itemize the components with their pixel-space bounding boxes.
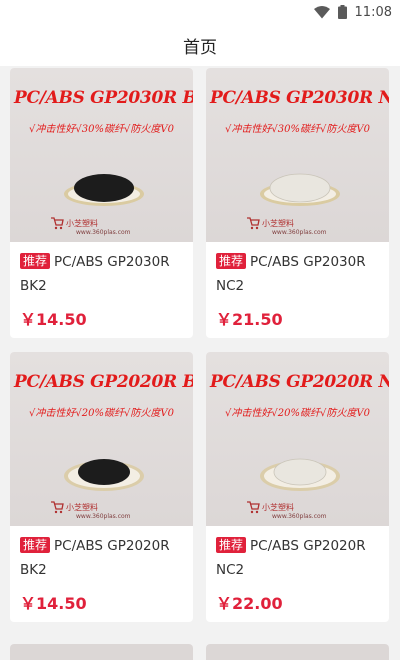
image-brand: 小芝塑料 www.360plas.com (262, 503, 327, 520)
product-card[interactable]: PC/ABS GP2030R NC √冲击性好√30%碳纤√防火度V0 小芝塑料… (206, 68, 389, 338)
product-card-partial[interactable] (206, 644, 389, 660)
product-price: ￥14.50 (20, 310, 87, 329)
recommend-badge: 推荐 (20, 253, 51, 269)
product-card[interactable]: PC/ABS GP2020R NC √冲击性好√20%碳纤√防火度V0 小芝塑料… (206, 352, 389, 622)
recommend-badge: 推荐 (20, 537, 51, 553)
image-slogan: √冲击性好√30%碳纤√防火度V0 (225, 124, 370, 135)
battery-icon (337, 5, 347, 19)
wifi-icon (313, 5, 330, 19)
status-time: 11:08 (354, 4, 392, 20)
product-title[interactable]: 推荐 PC/ABS GP2020R NC2 (216, 534, 382, 582)
product-title[interactable]: 推荐 PC/ABS GP2020R BK2 (20, 534, 186, 582)
image-slogan: √冲击性好√30%碳纤√防火度V0 (29, 124, 174, 135)
recommend-badge: 推荐 (216, 253, 247, 269)
cart-logo-icon (51, 217, 64, 230)
product-grid: PC/ABS GP2030R BK √冲击性好√30%碳纤√防火度V0 小芝塑料… (0, 66, 400, 660)
product-price: ￥21.50 (216, 310, 283, 329)
page-title: 首页 (183, 37, 217, 58)
product-image[interactable] (10, 644, 193, 660)
pellet-dish (64, 174, 144, 206)
product-price: ￥14.50 (20, 594, 87, 613)
cart-logo-icon (247, 217, 260, 230)
product-title[interactable]: 推荐 PC/ABS GP2030R NC2 (216, 250, 382, 298)
product-card[interactable]: PC/ABS GP2020R BK √冲击性好√20%碳纤√防火度V0 小芝塑料… (10, 352, 193, 622)
product-card-partial[interactable] (10, 644, 193, 660)
image-headline: PC/ABS GP2020R BK (14, 372, 193, 392)
page-header: 首页 (0, 24, 400, 66)
image-brand: 小芝塑料 www.360plas.com (262, 219, 327, 236)
image-brand: 小芝塑料 www.360plas.com (66, 503, 131, 520)
image-brand: 小芝塑料 www.360plas.com (66, 219, 131, 236)
image-headline: PC/ABS GP2020R NC (210, 372, 389, 392)
product-image[interactable]: PC/ABS GP2030R NC √冲击性好√30%碳纤√防火度V0 小芝塑料… (206, 68, 389, 242)
product-price: ￥22.00 (216, 594, 283, 613)
product-title[interactable]: 推荐 PC/ABS GP2030R BK2 (20, 250, 186, 298)
recommend-badge: 推荐 (216, 537, 247, 553)
cart-logo-icon (247, 501, 260, 514)
product-image[interactable]: PC/ABS GP2020R NC √冲击性好√20%碳纤√防火度V0 小芝塑料… (206, 352, 389, 526)
pellet-dish (64, 459, 144, 491)
image-slogan: √冲击性好√20%碳纤√防火度V0 (29, 408, 174, 419)
image-headline: PC/ABS GP2030R BK (14, 88, 193, 108)
product-image[interactable]: PC/ABS GP2020R BK √冲击性好√20%碳纤√防火度V0 小芝塑料… (10, 352, 193, 526)
image-slogan: √冲击性好√20%碳纤√防火度V0 (225, 408, 370, 419)
pellet-dish (260, 458, 340, 491)
product-image[interactable]: PC/ABS GP2030R BK √冲击性好√30%碳纤√防火度V0 小芝塑料… (10, 68, 193, 242)
pellet-dish (260, 173, 340, 206)
product-card[interactable]: PC/ABS GP2030R BK √冲击性好√30%碳纤√防火度V0 小芝塑料… (10, 68, 193, 338)
status-bar: 11:08 (0, 0, 400, 24)
image-headline: PC/ABS GP2030R NC (210, 88, 389, 108)
cart-logo-icon (51, 501, 64, 514)
product-image[interactable] (206, 644, 389, 660)
